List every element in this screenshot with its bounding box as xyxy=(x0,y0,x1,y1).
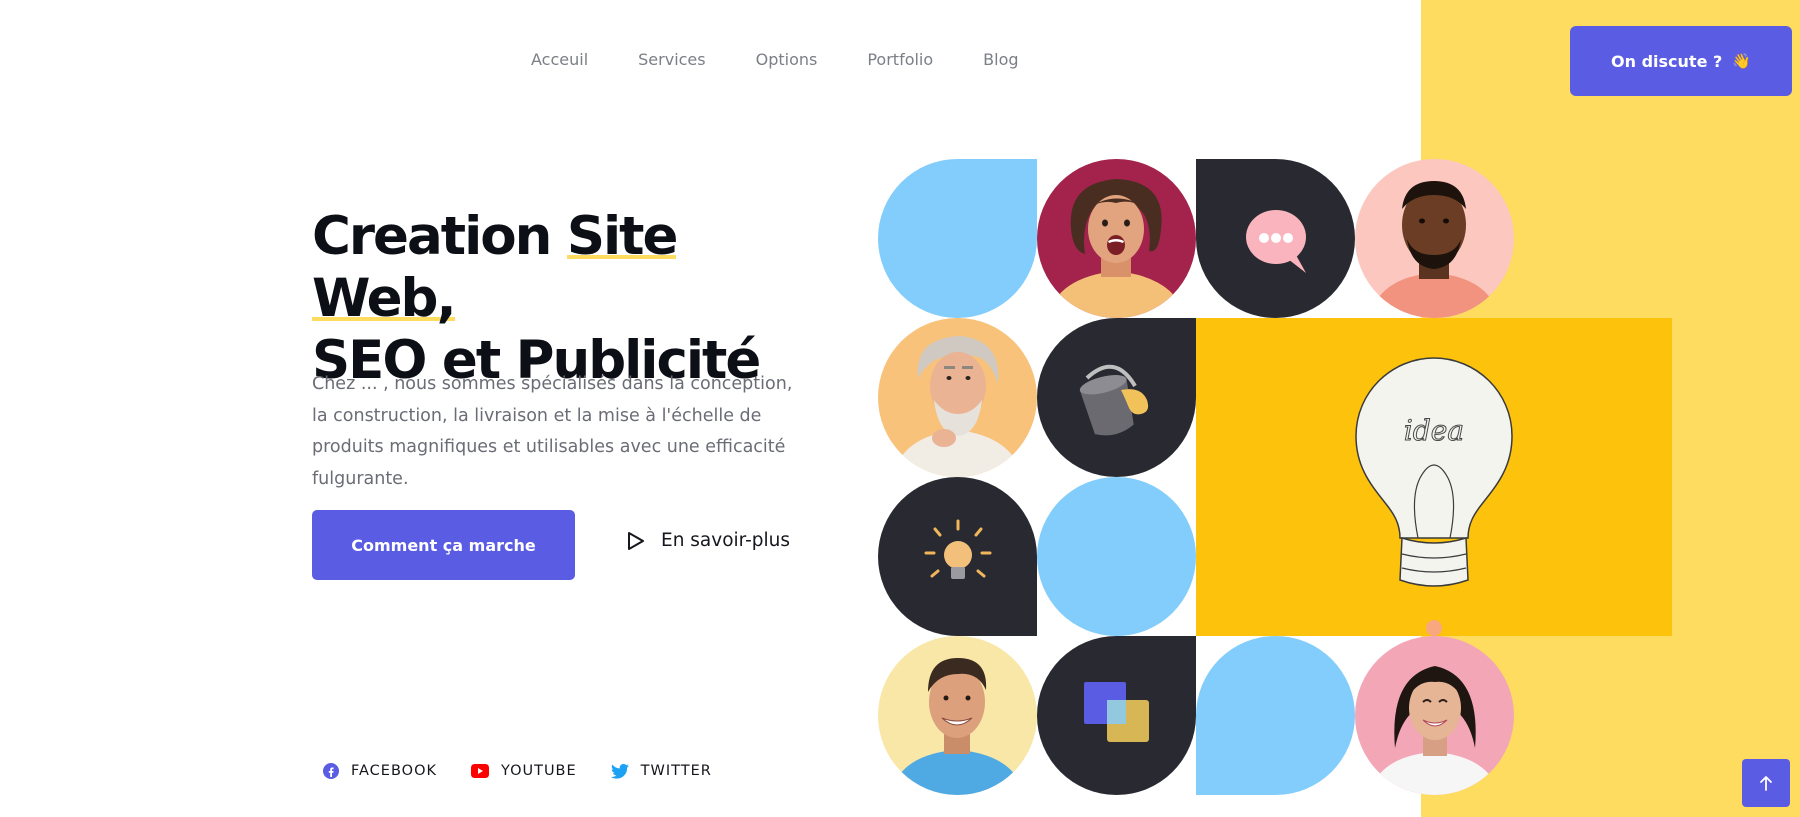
overlapping-squares-icon xyxy=(1084,682,1149,742)
blue-leaf-tile xyxy=(878,159,1037,318)
chat-bubble-icon xyxy=(1246,210,1306,273)
nav-item-options[interactable]: Options xyxy=(756,50,818,69)
how-it-works-button[interactable]: Comment ça marche xyxy=(312,510,575,580)
avatar-old-man xyxy=(878,318,1037,477)
dark-squares-tile xyxy=(1037,636,1196,795)
portrait-old-man xyxy=(892,336,1023,477)
avatar-excited-woman xyxy=(1037,159,1196,318)
blue-circle-tile xyxy=(1037,477,1196,636)
portrait-smiling-woman xyxy=(1369,666,1500,795)
learn-more-link[interactable]: En savoir-plus xyxy=(627,530,790,551)
social-facebook[interactable]: FACEBOOK xyxy=(323,763,437,779)
nav-item-acceuil[interactable]: Acceuil xyxy=(531,50,588,69)
chat-cta-label: On discute ? xyxy=(1611,51,1723,71)
arrow-up-icon xyxy=(1760,776,1772,791)
hero-title: Creation Site Web, SEO et Publicité xyxy=(312,206,832,392)
social-youtube-label: YOUTUBE xyxy=(501,763,577,779)
chat-cta-button[interactable]: On discute ? 👋 xyxy=(1570,26,1792,96)
social-twitter-label: TWITTER xyxy=(640,763,712,779)
social-twitter[interactable]: TWITTER xyxy=(610,763,712,779)
play-icon xyxy=(628,531,644,550)
idea-bulb-panel: idea xyxy=(1196,318,1672,636)
social-links: FACEBOOK YOUTUBE TWITTER xyxy=(323,763,712,779)
learn-more-label: En savoir-plus xyxy=(661,530,791,551)
blue-leaf-tile-bottom xyxy=(1196,636,1355,795)
avatar-smiling-woman xyxy=(1355,636,1514,795)
main-nav: Acceuil Services Options Portfolio Blog xyxy=(531,50,1069,69)
social-facebook-label: FACEBOOK xyxy=(351,763,437,779)
hero-title-pre: Creation xyxy=(312,206,567,267)
nav-item-portfolio[interactable]: Portfolio xyxy=(867,50,933,69)
avatar-man-beard xyxy=(1355,159,1514,318)
idea-handwritten-text: idea xyxy=(1404,414,1464,447)
portrait-smiling-man xyxy=(890,658,1025,795)
nav-item-blog[interactable]: Blog xyxy=(983,50,1018,69)
paint-bucket-icon xyxy=(1079,364,1149,436)
lightbulb-idea-illustration: idea xyxy=(1355,357,1513,636)
youtube-icon xyxy=(471,764,489,778)
portrait-woman-excited xyxy=(1047,179,1186,318)
small-lightbulb-icon xyxy=(924,519,992,579)
dark-chat-tile xyxy=(1196,159,1355,318)
twitter-icon xyxy=(610,763,629,779)
avatar-smiling-man xyxy=(878,636,1037,795)
scroll-to-top-button[interactable] xyxy=(1742,759,1790,807)
hero-description: Chez ... , nous sommes spécialisés dans … xyxy=(312,374,793,489)
portrait-man-beard xyxy=(1369,181,1500,318)
dark-lightbulb-tile xyxy=(878,477,1037,636)
waving-hand-icon: 👋 xyxy=(1732,52,1751,70)
facebook-icon xyxy=(323,763,339,779)
dark-paint-tile xyxy=(1037,318,1196,477)
nav-item-services[interactable]: Services xyxy=(638,50,705,69)
social-youtube[interactable]: YOUTUBE xyxy=(471,763,577,779)
